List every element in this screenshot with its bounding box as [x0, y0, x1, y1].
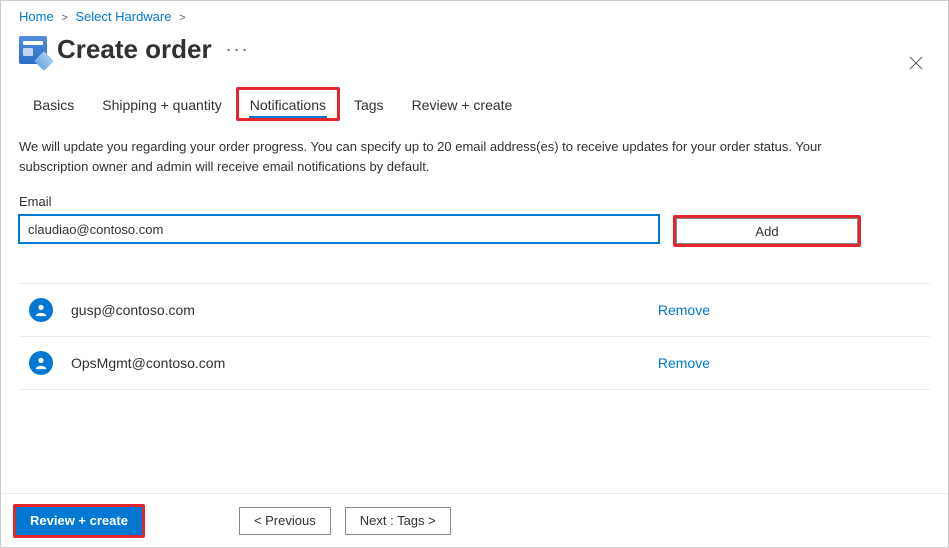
tab-notifications[interactable]: Notifications — [236, 87, 340, 121]
email-label: Email — [1, 180, 948, 213]
email-input-row: Add — [1, 213, 948, 255]
footer: Review + create < Previous Next : Tags > — [1, 493, 948, 547]
person-icon — [34, 303, 48, 317]
page-title: Create order — [57, 34, 212, 65]
breadcrumb: Home > Select Hardware > — [1, 1, 948, 28]
email-address: gusp@contoso.com — [71, 302, 658, 318]
review-create-button[interactable]: Review + create — [16, 507, 142, 535]
order-icon — [19, 36, 47, 64]
add-button[interactable]: Add — [676, 218, 858, 244]
list-item: gusp@contoso.com Remove — [19, 283, 930, 337]
remove-link[interactable]: Remove — [658, 355, 920, 371]
list-item: OpsMgmt@contoso.com Remove — [19, 337, 930, 390]
chevron-right-icon: > — [61, 12, 67, 24]
close-button[interactable] — [902, 49, 930, 82]
tab-basics[interactable]: Basics — [19, 87, 88, 121]
title-row: Create order ··· — [1, 28, 948, 79]
tabs: Basics Shipping + quantity Notifications… — [1, 79, 948, 121]
more-icon[interactable]: ··· — [226, 39, 250, 60]
email-list: gusp@contoso.com Remove OpsMgmt@contoso.… — [1, 255, 948, 390]
email-input[interactable] — [19, 215, 659, 243]
remove-link[interactable]: Remove — [658, 302, 920, 318]
avatar — [29, 351, 53, 375]
tab-shipping[interactable]: Shipping + quantity — [88, 87, 235, 121]
next-button[interactable]: Next : Tags > — [345, 507, 451, 535]
email-address: OpsMgmt@contoso.com — [71, 355, 658, 371]
breadcrumb-home[interactable]: Home — [19, 9, 54, 24]
breadcrumb-select-hardware[interactable]: Select Hardware — [75, 9, 171, 24]
previous-button[interactable]: < Previous — [239, 507, 331, 535]
tab-tags[interactable]: Tags — [340, 87, 398, 121]
person-icon — [34, 356, 48, 370]
description-text: We will update you regarding your order … — [1, 121, 911, 180]
close-icon — [908, 55, 924, 71]
tab-review[interactable]: Review + create — [398, 87, 527, 121]
chevron-right-icon: > — [179, 12, 185, 24]
avatar — [29, 298, 53, 322]
